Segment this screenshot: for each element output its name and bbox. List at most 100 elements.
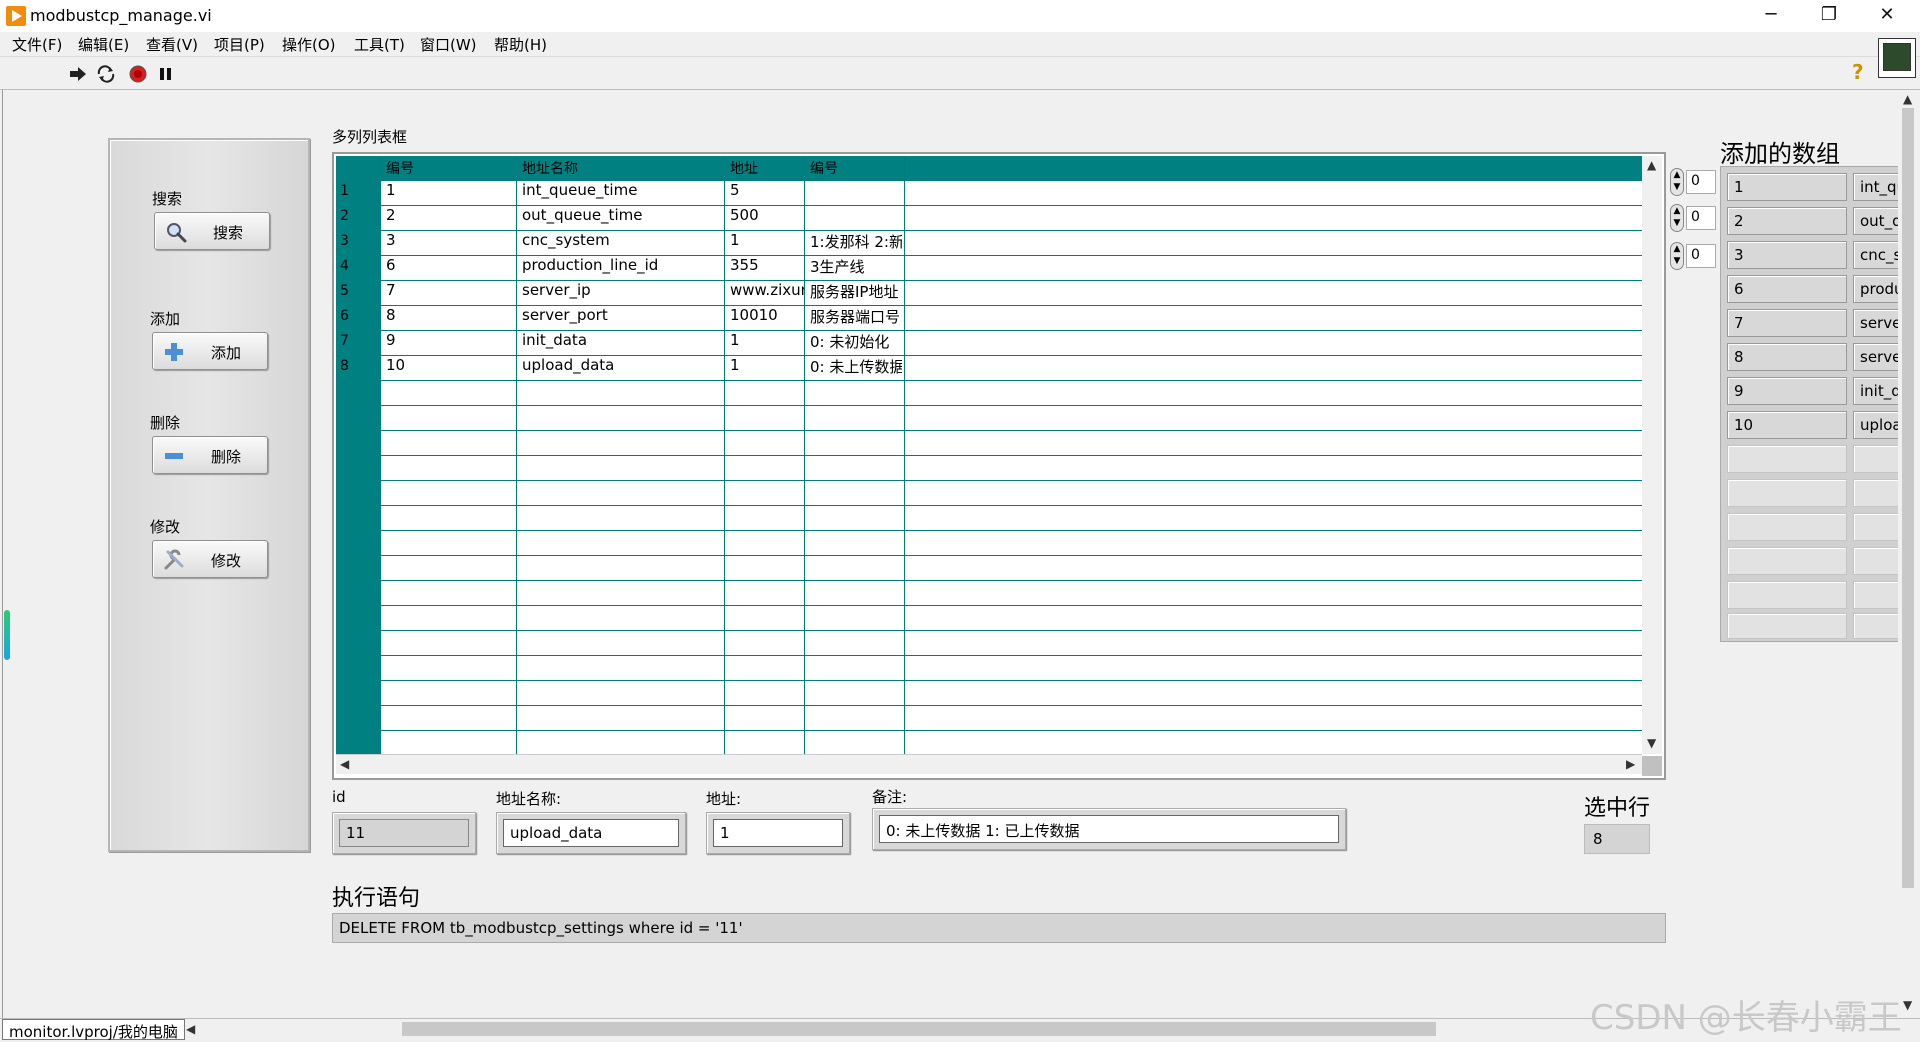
array-element-empty[interactable] [1853, 613, 1901, 639]
table-cell[interactable]: 9 [386, 331, 506, 349]
table-cell[interactable]: server_ip [522, 281, 722, 299]
table-cell[interactable]: 1 [730, 356, 802, 374]
array-element[interactable]: 9 [1727, 377, 1847, 405]
array-element-empty[interactable] [1727, 581, 1847, 609]
array-element-empty[interactable] [1853, 479, 1901, 507]
array-element[interactable]: 8 [1727, 343, 1847, 371]
table-cell[interactable]: 服务器端口号 [810, 306, 902, 327]
header-cell[interactable]: 编号 [386, 158, 414, 178]
address-field[interactable]: 1 [713, 819, 843, 847]
table-cell[interactable]: 1:发那科 2:新 [810, 231, 902, 252]
remark-field[interactable]: 0: 未上传数据 1: 已上传数据 [879, 815, 1339, 843]
table-cell[interactable]: cnc_system [522, 231, 722, 249]
array-element[interactable]: uploa [1853, 411, 1901, 439]
table-cell[interactable]: 1 [386, 181, 506, 199]
abort-icon[interactable] [128, 65, 148, 83]
close-button[interactable]: ✕ [1858, 0, 1916, 32]
pause-icon[interactable] [156, 65, 176, 83]
menu-window[interactable]: 窗口(W) [420, 34, 477, 55]
array-element[interactable]: produ [1853, 275, 1901, 303]
delete-button[interactable]: 删除 [152, 436, 268, 474]
add-button[interactable]: 添加 [152, 332, 268, 370]
table-cell[interactable]: 10010 [730, 306, 802, 324]
modify-button[interactable]: 修改 [152, 540, 268, 578]
table-cell[interactable]: 355 [730, 256, 802, 274]
scroll-left-icon[interactable]: ◀ [340, 757, 349, 771]
array-index-control[interactable]: ▲ ▼ 0 [1670, 242, 1718, 270]
array-element[interactable]: 3 [1727, 241, 1847, 269]
table-cell[interactable]: 服务器IP地址 [810, 281, 902, 302]
array-element-empty[interactable] [1853, 513, 1901, 541]
panel-scroll-down-icon[interactable]: ▼ [1903, 998, 1912, 1012]
index-spinner-icon[interactable]: ▲ ▼ [1670, 204, 1684, 232]
address-name-field[interactable]: upload_data [503, 819, 679, 847]
scroll-up-icon[interactable]: ▲ [1647, 158, 1656, 172]
context-help-icon[interactable]: ? [1852, 60, 1864, 84]
index-spinner-icon[interactable]: ▲ ▼ [1670, 168, 1684, 196]
menu-help[interactable]: 帮助(H) [494, 34, 547, 55]
table-cell[interactable]: int_queue_time [522, 181, 722, 199]
restore-button[interactable]: ❐ [1800, 0, 1858, 32]
table-cell[interactable]: 500 [730, 206, 802, 224]
array-element-empty[interactable] [1853, 547, 1901, 575]
table-cell[interactable]: 3生产线 [810, 256, 902, 277]
table-cell[interactable]: 1 [730, 331, 802, 349]
menu-view[interactable]: 查看(V) [146, 34, 198, 55]
table-cell[interactable]: init_data [522, 331, 722, 349]
header-cell[interactable]: 地址名称 [522, 158, 578, 178]
table-cell[interactable]: www.zixun [730, 281, 804, 299]
array-element[interactable]: 7 [1727, 309, 1847, 337]
scroll-down-icon[interactable]: ▼ [1647, 736, 1656, 750]
table-vertical-scrollbar[interactable]: ▲ ▼ [1642, 156, 1662, 754]
table-cell[interactable]: out_queue_time [522, 206, 722, 224]
table-cell[interactable]: production_line_id [522, 256, 722, 274]
array-element[interactable]: init_da [1853, 377, 1901, 405]
id-field[interactable]: 11 [339, 819, 469, 847]
array-element-empty[interactable] [1727, 613, 1847, 639]
array-element-empty[interactable] [1727, 513, 1847, 541]
header-cell[interactable]: 地址 [730, 158, 758, 178]
array-index-control[interactable]: ▲ ▼ 0 [1670, 168, 1718, 196]
header-cell[interactable]: 编号 [810, 158, 838, 178]
menu-project[interactable]: 项目(P) [214, 34, 265, 55]
index-spinner-icon[interactable]: ▲ ▼ [1670, 242, 1684, 270]
status-scroll-left-icon[interactable]: ◀ [186, 1022, 195, 1036]
array-element[interactable]: serve [1853, 309, 1901, 337]
search-button[interactable]: 搜索 [154, 212, 270, 250]
array-element[interactable]: cnc_sy [1853, 241, 1901, 269]
table-cell[interactable]: 1 [730, 231, 802, 249]
table-horizontal-scrollbar[interactable]: ◀ ▶ [336, 754, 1642, 774]
table-cell[interactable]: 0: 未上传数据 [810, 356, 902, 377]
array-element-empty[interactable] [1727, 547, 1847, 575]
array-index-value[interactable]: 0 [1686, 170, 1716, 194]
array-element[interactable]: 1 [1727, 173, 1847, 201]
table-cell[interactable]: 0: 未初始化 [810, 331, 902, 352]
array-element[interactable]: 6 [1727, 275, 1847, 303]
table-cell[interactable]: 5 [730, 181, 802, 199]
array-element[interactable]: 10 [1727, 411, 1847, 439]
array-index-value[interactable]: 0 [1686, 206, 1716, 230]
run-continuous-icon[interactable] [96, 65, 116, 83]
panel-horizontal-scroll-thumb[interactable] [402, 1022, 1436, 1036]
table-cell[interactable]: 8 [386, 306, 506, 324]
scroll-right-icon[interactable]: ▶ [1626, 757, 1635, 771]
array-element[interactable]: 2 [1727, 207, 1847, 235]
table-cell[interactable]: server_port [522, 306, 722, 324]
project-path[interactable]: monitor.lvproj/我的电脑 [2, 1019, 185, 1041]
array-element-empty[interactable] [1727, 479, 1847, 507]
array-element-empty[interactable] [1853, 581, 1901, 609]
table-cell[interactable]: 7 [386, 281, 506, 299]
array-element[interactable]: int_qu [1853, 173, 1901, 201]
menu-file[interactable]: 文件(F) [12, 34, 62, 55]
array-element[interactable]: serve [1853, 343, 1901, 371]
panel-scroll-up-icon[interactable]: ▲ [1903, 92, 1912, 106]
menu-operate[interactable]: 操作(O) [282, 34, 336, 55]
panel-vertical-scroll-thumb[interactable] [1902, 108, 1914, 888]
run-arrow-icon[interactable] [68, 65, 88, 83]
table-cell[interactable]: 2 [386, 206, 506, 224]
table-cell[interactable]: 10 [386, 356, 506, 374]
array-element[interactable]: out_q [1853, 207, 1901, 235]
table-cell[interactable]: 6 [386, 256, 506, 274]
array-element-empty[interactable] [1853, 445, 1901, 473]
array-element-empty[interactable] [1727, 445, 1847, 473]
